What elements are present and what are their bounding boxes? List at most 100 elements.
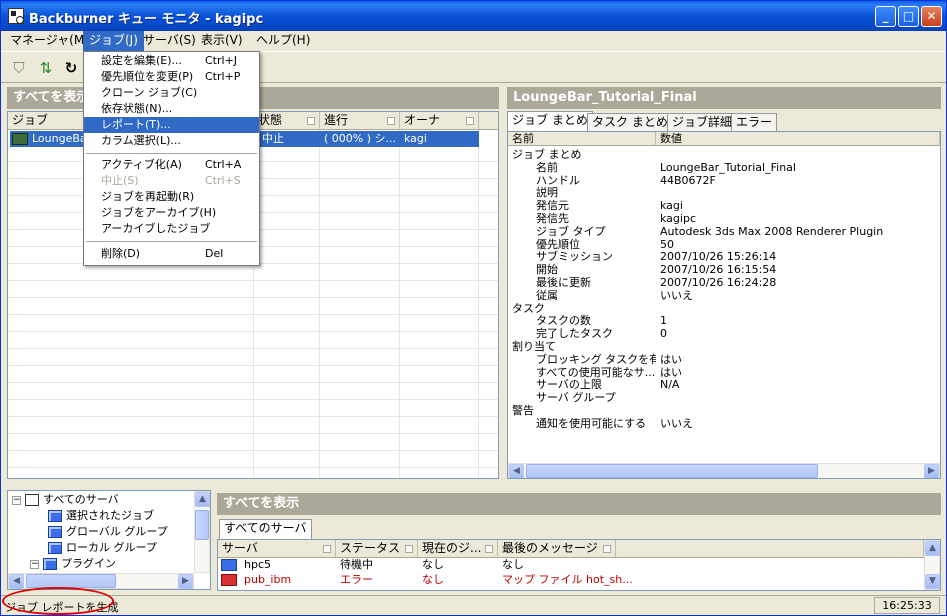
servers-vscroll[interactable]: ▲ ▼ [924,540,940,590]
scroll-right-icon[interactable]: ▶ [178,574,193,589]
menu-item-delete[interactable]: 削除(D) Del [84,246,259,262]
menu-job[interactable]: ジョブ(J) [83,31,144,51]
col-header-current-job[interactable]: 現在のジ... [418,540,498,558]
col-header-status[interactable]: ステータス [336,540,418,558]
property-row[interactable]: 優先順位 50 [508,238,940,251]
scroll-up-icon[interactable]: ▲ [925,541,940,556]
menu-item-activate[interactable]: アクティブ化(A) Ctrl+A [84,157,259,173]
property-value: はい [660,352,682,366]
server-tree[interactable]: − すべてのサーバ 選択されたジョブ グローバル グループ ローカル グループ −… [7,490,211,590]
col-header-server[interactable]: サーバ [218,540,336,558]
prop-col-value[interactable]: 数値 [656,132,940,146]
property-value: いいえ [660,288,693,302]
property-row[interactable]: すべての使用可能なサ... はい [508,366,940,379]
menu-item-report[interactable]: レポート(T)... [84,117,259,133]
scroll-left-icon[interactable]: ◀ [9,574,24,589]
property-row[interactable]: サブミッション 2007/10/26 15:26:14 [508,250,940,263]
app-icon [8,8,24,24]
tab-job-summary[interactable]: ジョブ まとめ [507,111,593,131]
servers-pane: すべてを表示 すべてのサーバ サーバ ステータス 現在のジ... 最後のメッセー… [217,493,941,591]
scroll-down-icon[interactable]: ▼ [925,574,940,589]
property-name: サーバの上限 [536,378,602,392]
col-header-progress[interactable]: 進行 [320,112,400,130]
scroll-thumb[interactable] [526,464,818,478]
menu-manager[interactable]: マネージャ(M) [4,31,95,51]
menu-server[interactable]: サーバ(S) [137,31,202,51]
tree-item-plugins[interactable]: − プラグイン [30,556,116,572]
horizontal-splitter[interactable] [1,484,946,489]
property-value: 2007/10/26 15:26:14 [660,250,777,264]
close-button[interactable]: ✕ [921,6,942,27]
scroll-right-icon[interactable]: ▶ [924,464,939,478]
property-row[interactable]: ジョブ タイプ Autodesk 3ds Max 2008 Renderer Pl… [508,225,940,238]
status-clock: 16:25:33 [874,597,940,614]
tab-job-details[interactable]: ジョブ詳細 [667,113,738,131]
property-row[interactable]: サーバ グループ [508,391,940,404]
scroll-thumb[interactable] [26,574,116,588]
property-row[interactable]: 名前 LoungeBar_Tutorial_Final [508,161,940,174]
title-bar[interactable]: Backburner キュー モニタ - kagipc _ □ ✕ [1,1,946,31]
job-properties-list[interactable]: 名前 数値 ジョブ まとめ 名前 LoungeBar_Tutorial_Final ハ… [507,131,941,479]
scroll-left-icon[interactable]: ◀ [509,464,524,478]
sort-icon[interactable]: ⇅ [36,58,56,78]
menu-item-change-priority[interactable]: 優先順位を変更(P) Ctrl+P [84,69,259,85]
tree-item-local-group[interactable]: ローカル グループ [48,540,157,556]
server-icon [221,559,237,571]
property-row[interactable]: 割り当て [508,340,940,353]
menu-item-suspend[interactable]: 中止(S) Ctrl+S [84,173,259,189]
tab-all-servers[interactable]: すべてのサーバ [219,519,312,539]
property-row[interactable]: 発信先 kagipc [508,212,940,225]
property-row[interactable]: 開始 2007/10/26 16:15:54 [508,263,940,276]
property-row[interactable]: 説明 [508,186,940,199]
property-row[interactable]: サーバの上限 N/A [508,378,940,391]
property-row[interactable]: 完了したタスク 0 [508,327,940,340]
col-header-owner[interactable]: オーナ [400,112,479,130]
property-name: 完了したタスク [536,327,613,341]
menu-item-edit-settings[interactable]: 設定を編集(E)... Ctrl+J [84,53,259,69]
col-header-state[interactable]: 状態 [254,112,320,130]
property-row[interactable]: 従属 いいえ [508,289,940,302]
property-name: 発信元 [536,199,569,213]
menu-view[interactable]: 表示(V) [195,31,249,51]
refresh-icon[interactable]: ↻ [61,58,81,78]
menu-item-archived-jobs[interactable]: アーカイブしたジョブ [84,221,259,237]
property-row[interactable]: 通知を使用可能にする いいえ [508,417,940,430]
property-row[interactable]: タスク [508,302,940,315]
property-row[interactable]: タスクの数 1 [508,314,940,327]
property-value: 2007/10/26 16:24:28 [660,276,777,289]
checkbox-icon [25,494,39,506]
col-header-last-message[interactable]: 最後のメッセージ [498,540,616,558]
menu-item-restart-job[interactable]: ジョブを再起動(R) [84,189,259,205]
minimize-button[interactable]: _ [875,6,896,27]
property-row[interactable]: ジョブ まとめ [508,148,940,161]
tree-hscroll[interactable]: ◀ ▶ [8,573,194,589]
menu-item-dependencies[interactable]: 依存状態(N)... [84,101,259,117]
tab-task-summary[interactable]: タスク まとめ [587,113,673,131]
tree-item-selected-job[interactable]: 選択されたジョブ [48,508,154,524]
menu-item-clone-job[interactable]: クローン ジョブ(C) [84,85,259,101]
property-row[interactable]: ハンドル 44B0672F [508,174,940,187]
property-row[interactable]: ブロッキング タスクを有効はい [508,353,940,366]
maximize-button[interactable]: □ [898,6,919,27]
menu-help[interactable]: ヘルプ(H) [250,31,316,51]
monitor-icon [48,510,62,522]
property-row[interactable]: 最後に更新 2007/10/26 16:24:28 [508,276,940,289]
property-name: ハンドル [536,173,580,187]
tree-item-all-servers[interactable]: − すべてのサーバ [12,492,119,508]
property-value: kagipc [660,212,696,225]
scroll-up-icon[interactable]: ▲ [195,492,210,507]
job-progress-cell: ( 000% ) シ... [320,131,400,147]
filter-icon[interactable]: ⛉ [9,58,29,78]
tab-errors[interactable]: エラー [731,113,778,131]
servers-list[interactable]: サーバ ステータス 現在のジ... 最後のメッセージ hpc5 待機中 なし な… [217,539,941,591]
menu-item-column-select[interactable]: カラム選択(L)... [84,133,259,149]
app-window: Backburner キュー モニタ - kagipc _ □ ✕ マネージャ(… [0,0,947,616]
property-row[interactable]: 警告 [508,404,940,417]
tree-vscroll[interactable]: ▲ [194,491,210,573]
details-hscroll[interactable]: ◀ ▶ [508,463,940,478]
tree-item-global-group[interactable]: グローバル グループ [48,524,168,540]
prop-col-name[interactable]: 名前 [508,132,656,146]
scroll-thumb[interactable] [195,510,209,540]
property-row[interactable]: 発信元 kagi [508,199,940,212]
menu-item-archive-job[interactable]: ジョブをアーカイブ(H) [84,205,259,221]
